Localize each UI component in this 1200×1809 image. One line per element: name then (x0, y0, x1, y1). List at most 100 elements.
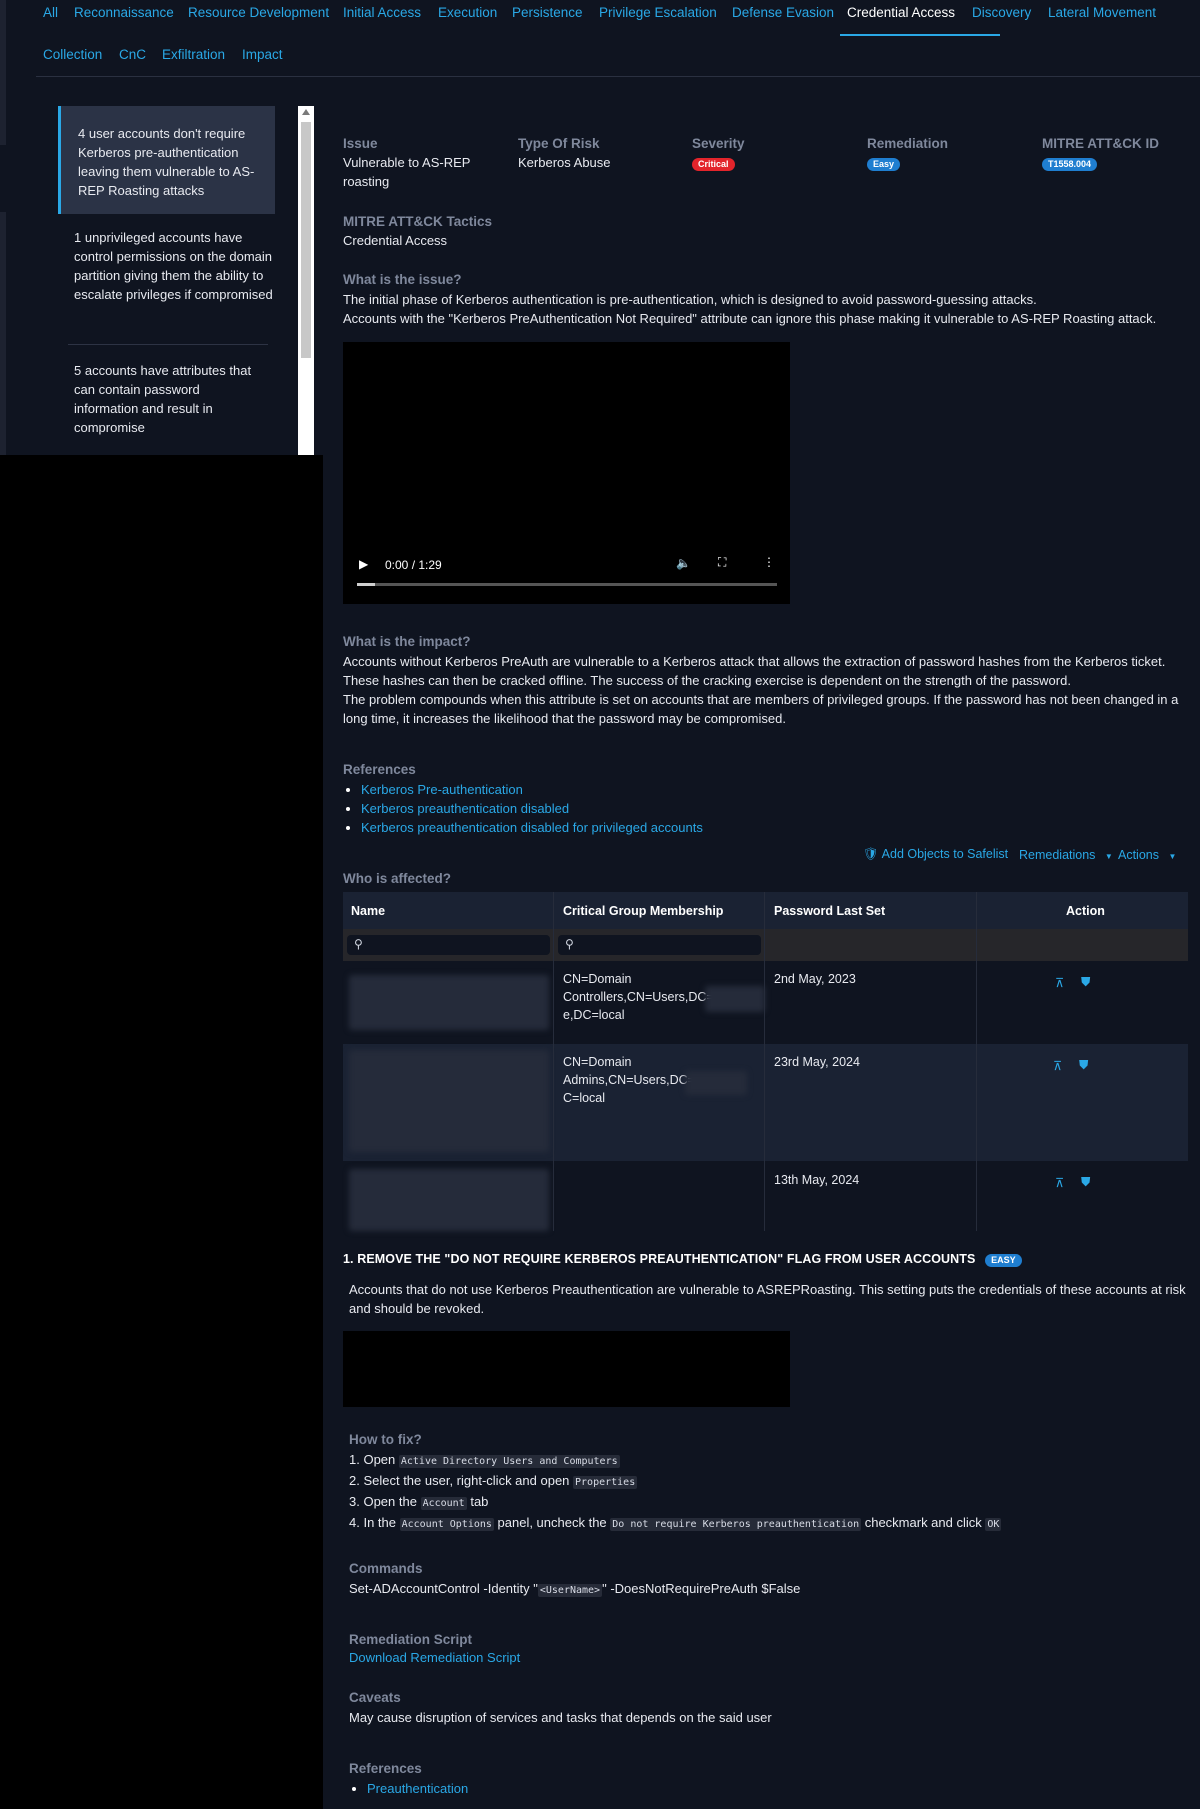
code-snippet: Account Options (399, 1518, 494, 1531)
code-snippet: <UserName> (537, 1584, 603, 1597)
reference-link[interactable]: Kerberos Pre-authentication (361, 782, 523, 797)
fix-step: 2. Select the user, right-click and open… (349, 1473, 638, 1489)
tab-all[interactable]: All (43, 5, 58, 20)
references-list: Kerberos Pre-authentication Kerberos pre… (343, 780, 943, 837)
remediations-dropdown[interactable]: Remediations ▼ (1019, 848, 1113, 862)
left-edge-strip (0, 212, 6, 455)
tab-initial-access[interactable]: Initial Access (343, 5, 421, 20)
issue-label: Issue (343, 136, 378, 151)
issue-description-line: The initial phase of Kerberos authentica… (343, 292, 1037, 307)
risk-type-value: Kerberos Abuse (518, 155, 611, 170)
issue-text: 1 unprivileged accounts have control per… (74, 230, 273, 302)
table-header: Name Critical Group Membership Password … (343, 892, 1188, 929)
issue-item-selected[interactable]: 4 user accounts don't require Kerberos p… (58, 106, 275, 214)
password-last-set-cell: 23rd May, 2024 (774, 1055, 860, 1069)
tab-impact[interactable]: Impact (242, 47, 283, 62)
search-icon: ⚲ (565, 937, 574, 951)
issue-divider (68, 344, 268, 345)
scroll-up-arrow-icon[interactable] (302, 109, 310, 115)
code-snippet: OK (985, 1518, 1002, 1531)
code-snippet: Do not require Kerberos preauthenticatio… (610, 1518, 862, 1531)
shield-icon[interactable]: ⛊ (1081, 1173, 1090, 1191)
who-is-affected-label: Who is affected? (343, 871, 452, 886)
redacted-name (349, 1050, 549, 1152)
video-player[interactable]: ▶ 0:00 / 1:29 🔈 ⛶ ⋮ (343, 342, 790, 604)
table-row[interactable]: CN=Domain Admins,CN=Users,DC= C=local 23… (343, 1044, 1188, 1161)
remediation-script-label: Remediation Script (349, 1632, 473, 1647)
tab-resource-development[interactable]: Resource Development (188, 5, 329, 20)
issue-list-scrollbar[interactable] (298, 106, 314, 455)
code-snippet: Properties (573, 1476, 638, 1489)
shield-icon[interactable]: ⛊ (1081, 973, 1090, 991)
remediation-description: Accounts that do not use Kerberos Preaut… (349, 1282, 1186, 1316)
mitre-id-badge[interactable]: T1558.004 (1042, 158, 1098, 171)
tab-discovery[interactable]: Discovery (972, 5, 1031, 20)
media-placeholder (343, 1331, 790, 1407)
how-to-fix-label: How to fix? (349, 1432, 422, 1447)
impact-paragraph: The problem compounds when this attribut… (343, 692, 1179, 726)
severity-badge: Critical (692, 158, 735, 171)
left-edge-strip (0, 0, 6, 145)
reference-link[interactable]: Kerberos preauthentication disabled for … (361, 820, 703, 835)
actions-dropdown[interactable]: Actions ▼ (1118, 848, 1176, 862)
column-header-action: Action (1066, 904, 1105, 918)
issue-item[interactable]: 1 unprivileged accounts have control per… (74, 228, 274, 328)
column-header-group[interactable]: Critical Group Membership (563, 904, 723, 918)
tab-persistence[interactable]: Persistence (512, 5, 583, 20)
play-icon[interactable]: ▶ (359, 557, 368, 571)
remediations-label: Remediations (1019, 848, 1096, 862)
reference-link[interactable]: Preauthentication (367, 1781, 468, 1796)
tab-lateral-movement[interactable]: Lateral Movement (1048, 5, 1156, 20)
network-icon[interactable]: ⊼ (1055, 1174, 1064, 1192)
group-cell: CN=Domain Controllers,CN=Users,DC= (563, 972, 714, 1004)
more-options-icon[interactable]: ⋮ (763, 555, 775, 569)
issue-item[interactable]: 5 accounts have attributes that can cont… (74, 361, 254, 451)
tab-collection[interactable]: Collection (43, 47, 102, 62)
command-line: Set-ADAccountControl -Identity " <UserNam… (349, 1581, 801, 1597)
password-last-set-cell: 13th May, 2024 (774, 1173, 860, 1187)
group-cell-tail: e,DC=local (563, 1008, 625, 1022)
network-icon[interactable]: ⊼ (1055, 974, 1064, 992)
column-divider (976, 892, 977, 1231)
video-time: 0:00 / 1:29 (385, 558, 442, 572)
tab-execution[interactable]: Execution (438, 5, 497, 20)
issue-value: Vulnerable to AS-REP roasting (343, 155, 471, 189)
column-header-password[interactable]: Password Last Set (774, 904, 885, 918)
tab-defense-evasion[interactable]: Defense Evasion (732, 5, 834, 20)
download-script-link[interactable]: Download Remediation Script (349, 1650, 1199, 1665)
group-filter-input[interactable]: ⚲ (558, 935, 761, 955)
impact-label: What is the impact? (343, 634, 471, 649)
issue-description-line: Accounts with the "Kerberos PreAuthentic… (343, 311, 1157, 326)
mitre-id-label: MITRE ATT&CK ID (1042, 136, 1159, 151)
column-header-name[interactable]: Name (351, 904, 385, 918)
redacted-name (349, 1169, 549, 1231)
chevron-down-icon: ▼ (1168, 852, 1177, 861)
table-row[interactable]: CN=Domain Controllers,CN=Users,DC= e,DC=… (343, 961, 1188, 1044)
scroll-thumb[interactable] (301, 122, 311, 358)
video-progress[interactable] (357, 583, 777, 586)
remediation-easy-badge: EASY (985, 1254, 1022, 1267)
tab-credential-access[interactable]: Credential Access (847, 5, 955, 20)
table-row[interactable]: 13th May, 2024 ⊼ ⛊ (343, 1161, 1188, 1231)
shield-icon[interactable]: ⛊ (1079, 1056, 1088, 1074)
issue-detail-panel: Issue Vulnerable to AS-REP roasting Type… (323, 95, 1200, 1809)
tab-reconnaissance[interactable]: Reconnaissance (74, 5, 174, 20)
tab-cnc[interactable]: CnC (119, 47, 146, 62)
volume-icon[interactable]: 🔈 (676, 556, 691, 570)
remediation-title: 1. REMOVE THE "DO NOT REQUIRE KERBEROS P… (343, 1252, 976, 1266)
fix-step: 1. Open Active Directory Users and Compu… (349, 1452, 620, 1468)
tabs-divider (36, 76, 1200, 77)
reference-link[interactable]: Kerberos preauthentication disabled (361, 801, 569, 816)
code-snippet: Active Directory Users and Computers (398, 1455, 620, 1468)
tactic-tabs: All Reconnaissance Resource Development … (36, 0, 1200, 78)
remediation-badge: Easy (867, 158, 901, 171)
video-progress-fill (357, 583, 375, 586)
shield-icon: 🛡 (863, 847, 879, 861)
add-to-safelist-button[interactable]: 🛡 Add Objects to Safelist (863, 847, 1008, 862)
tab-privilege-escalation[interactable]: Privilege Escalation (599, 5, 717, 20)
active-tab-underline (840, 34, 1000, 36)
name-filter-input[interactable]: ⚲ (347, 935, 550, 955)
fullscreen-icon[interactable]: ⛶ (718, 555, 726, 570)
tab-exfiltration[interactable]: Exfiltration (162, 47, 225, 62)
network-icon[interactable]: ⊼ (1053, 1057, 1062, 1075)
